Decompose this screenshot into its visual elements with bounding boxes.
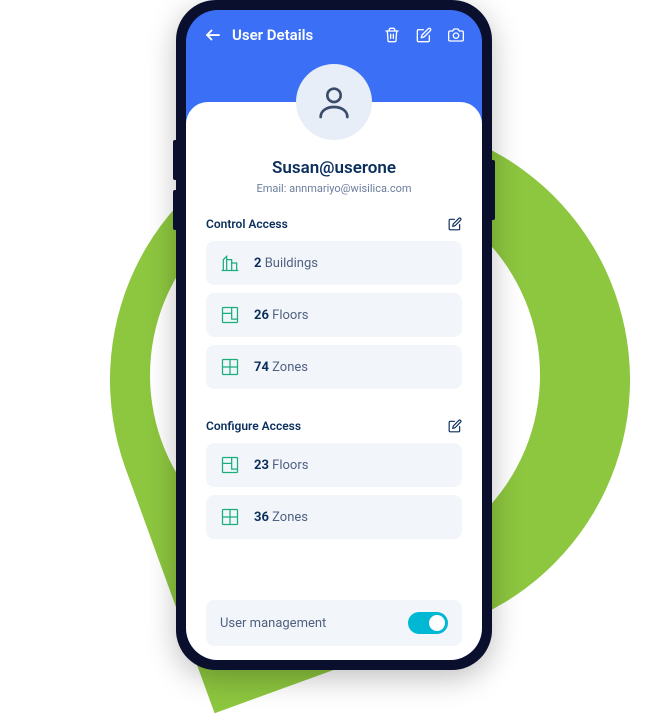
configure-access-title: Configure Access — [206, 419, 301, 433]
item-text: 36 Zones — [254, 510, 308, 525]
configure-access-item-zones[interactable]: 36 Zones — [206, 495, 462, 539]
control-access-item-zones[interactable]: 74 Zones — [206, 345, 462, 389]
control-access-section: Control Access 2 Buildings 26 Floors — [206, 217, 462, 397]
app-screen: User Details Susan@userone Email: annmar… — [186, 10, 482, 660]
avatar[interactable] — [296, 64, 372, 140]
camera-icon[interactable] — [448, 27, 464, 43]
toggle-label: User management — [220, 616, 326, 631]
email-label: Email: annmariyo@wisilica.com — [206, 182, 462, 195]
configure-access-item-floors[interactable]: 23 Floors — [206, 443, 462, 487]
configure-access-edit-icon[interactable] — [448, 419, 462, 433]
item-text: 23 Floors — [254, 458, 308, 473]
item-text: 2 Buildings — [254, 256, 318, 271]
configure-access-section: Configure Access 23 Floors 36 Zones — [206, 419, 462, 547]
building-icon — [220, 253, 240, 273]
username: Susan@userone — [206, 158, 462, 178]
control-access-item-buildings[interactable]: 2 Buildings — [206, 241, 462, 285]
app-header: User Details — [186, 10, 482, 58]
control-access-edit-icon[interactable] — [448, 217, 462, 231]
page-title: User Details — [232, 26, 368, 44]
user-management-row: User management — [206, 600, 462, 646]
zones-icon — [220, 507, 240, 527]
edit-icon[interactable] — [416, 27, 432, 43]
control-access-title: Control Access — [206, 217, 288, 231]
zones-icon — [220, 357, 240, 377]
phone-frame: User Details Susan@userone Email: annmar… — [176, 0, 492, 670]
back-arrow-icon[interactable] — [204, 26, 222, 44]
user-icon — [314, 82, 354, 122]
content-card: Susan@userone Email: annmariyo@wisilica.… — [186, 102, 482, 660]
floors-icon — [220, 455, 240, 475]
user-management-toggle[interactable] — [408, 612, 448, 634]
control-access-item-floors[interactable]: 26 Floors — [206, 293, 462, 337]
item-text: 74 Zones — [254, 360, 308, 375]
floors-icon — [220, 305, 240, 325]
item-text: 26 Floors — [254, 308, 308, 323]
delete-icon[interactable] — [384, 27, 400, 43]
